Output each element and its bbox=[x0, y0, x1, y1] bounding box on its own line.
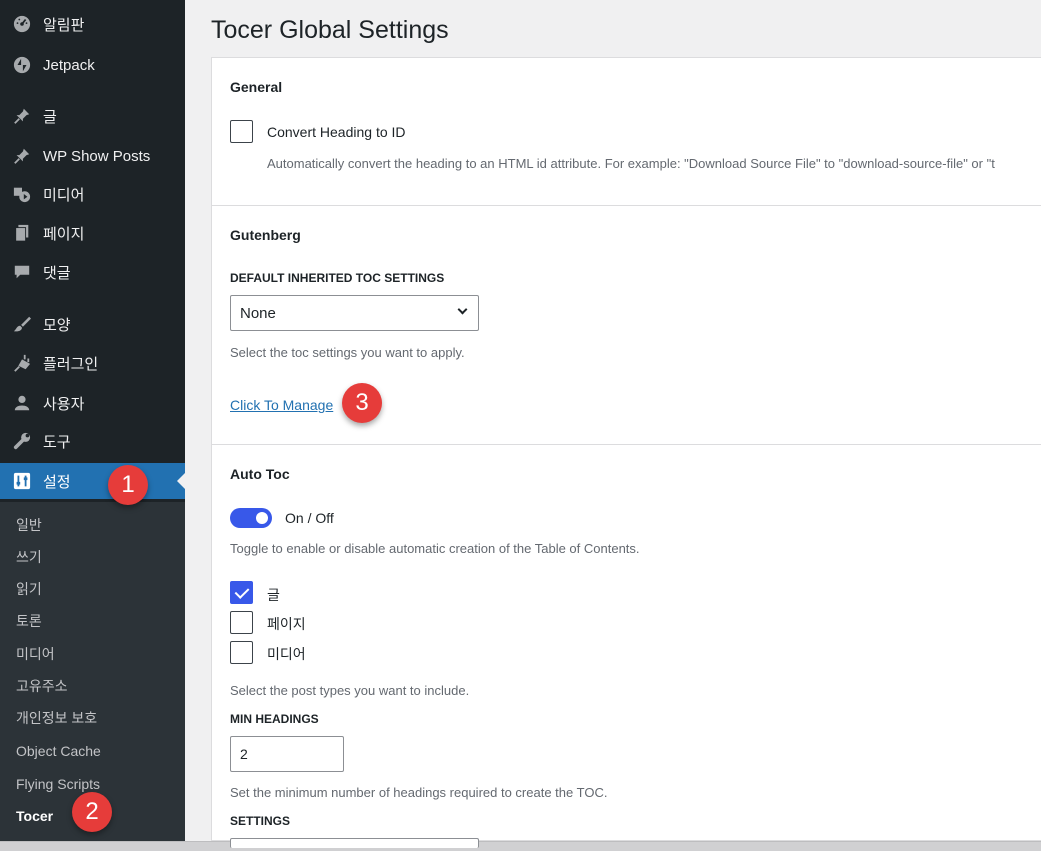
media-icon bbox=[12, 184, 32, 204]
sidebar-item-media[interactable]: 미디어 bbox=[0, 176, 185, 212]
submenu-item-flying-scripts[interactable]: Flying Scripts bbox=[16, 775, 100, 793]
window-bottom-edge bbox=[0, 841, 1041, 851]
post-type-label: 페이지 bbox=[267, 616, 306, 632]
sidebar-item-label: 사용자 bbox=[43, 395, 85, 413]
section-title-auto-toc: Auto Toc bbox=[230, 466, 290, 482]
sidebar-item-label: 미디어 bbox=[43, 186, 85, 204]
page-title: Tocer Global Settings bbox=[211, 16, 449, 44]
pin-icon bbox=[12, 106, 32, 126]
sidebar-item-label: WP Show Posts bbox=[43, 147, 151, 165]
sidebar-item-label: 댓글 bbox=[43, 264, 71, 282]
section-title-gutenberg: Gutenberg bbox=[230, 227, 301, 243]
click-to-manage-link[interactable]: Click To Manage bbox=[230, 397, 333, 413]
auto-toc-toggle[interactable] bbox=[230, 508, 272, 528]
pin-icon bbox=[12, 146, 32, 166]
auto-toc-toggle-label: On / Off bbox=[285, 510, 334, 526]
min-headings-help: Set the minimum number of headings requi… bbox=[230, 785, 608, 800]
wrench-icon bbox=[12, 431, 32, 451]
sidebar-item-users[interactable]: 사용자 bbox=[0, 385, 185, 421]
settings-field-label: SETTINGS bbox=[230, 814, 291, 828]
post-type-label: 미디어 bbox=[267, 646, 306, 662]
auto-toc-toggle-help: Toggle to enable or disable automatic cr… bbox=[230, 541, 640, 556]
sidebar-item-posts[interactable]: 글 bbox=[0, 98, 185, 134]
section-title-general: General bbox=[230, 79, 283, 95]
chevron-down-icon bbox=[457, 304, 468, 315]
sidebar-item-label: 도구 bbox=[43, 433, 71, 451]
settings-submenu: 일반 쓰기 읽기 토론 미디어 고유주소 개인정보 보호 Object Cach… bbox=[0, 502, 185, 841]
jetpack-icon bbox=[12, 55, 32, 75]
submenu-item-object-cache[interactable]: Object Cache bbox=[16, 742, 101, 760]
post-type-checkbox-pages[interactable] bbox=[230, 611, 253, 634]
convert-heading-help: Automatically convert the heading to an … bbox=[267, 156, 995, 171]
min-headings-input[interactable]: 2 bbox=[230, 736, 344, 772]
sidebar-item-label: 페이지 bbox=[43, 225, 85, 243]
convert-heading-label: Convert Heading to ID bbox=[267, 124, 406, 140]
page-icon bbox=[12, 223, 32, 243]
section-divider bbox=[212, 444, 1041, 445]
submenu-item-tocer[interactable]: Tocer bbox=[16, 807, 53, 825]
submenu-item-permalinks[interactable]: 고유주소 bbox=[16, 677, 68, 695]
submenu-item-privacy[interactable]: 개인정보 보호 bbox=[16, 709, 97, 727]
admin-sidebar: 알림판 Jetpack 글 WP Show Posts 미디어 페이지 댓글 모… bbox=[0, 0, 185, 841]
submenu-item-writing[interactable]: 쓰기 bbox=[16, 548, 42, 566]
submenu-item-discussion[interactable]: 토론 bbox=[16, 612, 42, 630]
callout-badge-1: 1 bbox=[108, 465, 148, 505]
settings-panel: General Convert Heading to ID Automatica… bbox=[211, 57, 1041, 848]
default-toc-settings-label: DEFAULT INHERITED TOC SETTINGS bbox=[230, 271, 445, 285]
sidebar-item-label: 글 bbox=[43, 108, 57, 126]
settings-select[interactable] bbox=[230, 838, 479, 848]
default-toc-settings-select[interactable]: None bbox=[230, 295, 479, 331]
sidebar-item-comments[interactable]: 댓글 bbox=[0, 254, 185, 290]
sidebar-item-appearance[interactable]: 모양 bbox=[0, 306, 185, 342]
post-type-checkbox-media[interactable] bbox=[230, 641, 253, 664]
brush-icon bbox=[12, 314, 32, 334]
submenu-item-general[interactable]: 일반 bbox=[16, 516, 42, 534]
post-type-label: 글 bbox=[267, 587, 280, 603]
sidebar-item-label: 플러그인 bbox=[43, 355, 99, 373]
section-divider bbox=[212, 205, 1041, 206]
sidebar-item-jetpack[interactable]: Jetpack bbox=[0, 47, 185, 83]
select-value: None bbox=[240, 304, 276, 322]
submenu-item-media[interactable]: 미디어 bbox=[16, 645, 55, 663]
callout-badge-2: 2 bbox=[72, 792, 112, 832]
convert-heading-checkbox[interactable] bbox=[230, 120, 253, 143]
post-types-help: Select the post types you want to includ… bbox=[230, 683, 470, 698]
toc-settings-help: Select the toc settings you want to appl… bbox=[230, 345, 465, 360]
sidebar-item-settings[interactable]: 설정 bbox=[0, 463, 185, 499]
sidebar-item-label: Jetpack bbox=[43, 56, 95, 74]
user-icon bbox=[12, 393, 32, 413]
plugin-icon bbox=[12, 353, 32, 373]
sidebar-item-plugins[interactable]: 플러그인 bbox=[0, 345, 185, 381]
sidebar-item-dashboard[interactable]: 알림판 bbox=[0, 6, 185, 42]
sidebar-item-label: 설정 bbox=[43, 473, 71, 491]
callout-badge-3: 3 bbox=[342, 383, 382, 423]
sidebar-item-wp-show-posts[interactable]: WP Show Posts bbox=[0, 138, 185, 174]
settings-icon bbox=[12, 471, 32, 491]
sidebar-item-tools[interactable]: 도구 bbox=[0, 423, 185, 459]
sidebar-item-label: 모양 bbox=[43, 316, 71, 334]
post-type-checkbox-posts[interactable] bbox=[230, 581, 253, 604]
sidebar-item-pages[interactable]: 페이지 bbox=[0, 215, 185, 251]
min-headings-label: MIN HEADINGS bbox=[230, 712, 319, 726]
sidebar-item-label: 알림판 bbox=[43, 16, 85, 34]
submenu-item-reading[interactable]: 읽기 bbox=[16, 580, 42, 598]
dashboard-icon bbox=[12, 14, 32, 34]
comment-icon bbox=[12, 262, 32, 282]
